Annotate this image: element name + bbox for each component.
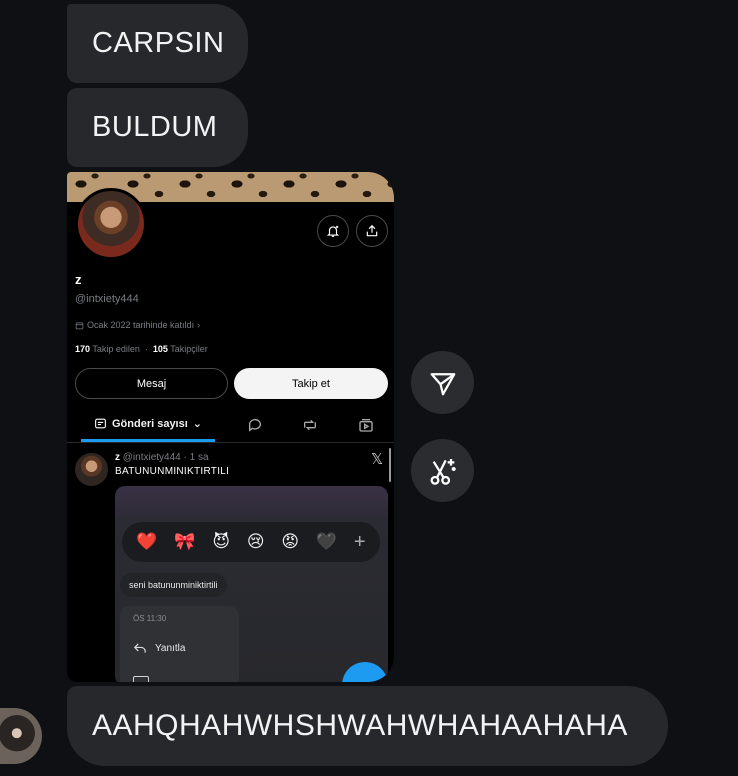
tab-replies — [242, 408, 268, 442]
tab-posts-label: Gönderi sayısı — [111, 417, 188, 430]
reaction-bar: ❤️ 🎀 😈 😢 😡 🖤 + — [122, 522, 380, 562]
reply-bubble-icon — [248, 419, 261, 432]
joined-date: Ocak 2022 tarihinde katıldı › — [75, 320, 200, 330]
tweet-avatar — [75, 453, 108, 486]
following-label: Takip edilen — [92, 344, 140, 354]
sender-avatar[interactable] — [0, 708, 42, 764]
bell-icon — [326, 225, 340, 237]
followers-label: Takipçiler — [170, 344, 208, 354]
notification-bell-button — [317, 215, 349, 247]
angry-reaction: 😡 — [281, 532, 300, 551]
black-heart-reaction: 🖤 — [315, 532, 338, 551]
reply-arrow-icon — [133, 643, 146, 653]
copy-icon — [133, 676, 149, 682]
message-button: Mesaj — [75, 368, 228, 399]
menu-reply-label: Yanıtla — [155, 642, 186, 654]
context-menu: ÖS 11:30 Yanıtla — [120, 606, 239, 682]
ribbon-reaction: 🎀 — [174, 532, 196, 551]
profile-tabs: Gönderi sayısı ⌄ — [67, 408, 394, 443]
share-icon — [366, 224, 378, 237]
follow-button: Takip et — [234, 368, 388, 399]
tweet-meta: @intxiety444 · 1 sa — [122, 452, 209, 463]
menu-time: ÖS 11:30 — [133, 614, 167, 623]
x-logo-icon: 𝕏 — [371, 451, 384, 468]
following-count: 170 — [75, 344, 91, 354]
scissors-sparkle-icon — [430, 458, 456, 485]
tweet-header: z @intxiety444 · 1 sa — [115, 452, 209, 463]
remix-button[interactable] — [411, 439, 474, 502]
shared-screenshot[interactable]: z @intxiety444 Ocak 2022 tarihinde katıl… — [67, 172, 394, 682]
quoted-message: seni batununminiktirtili — [120, 573, 227, 597]
tab-reposts — [297, 408, 323, 442]
tab-media — [353, 408, 379, 442]
devil-reaction: 😈 — [212, 532, 231, 551]
heart-reaction: ❤️ — [136, 532, 158, 551]
message-text: CARPSIN — [92, 27, 225, 59]
forward-button[interactable] — [411, 351, 474, 414]
paper-plane-icon — [430, 372, 455, 395]
joined-text: Ocak 2022 tarihinde katıldı — [87, 320, 195, 330]
chevron-right-icon: › — [197, 320, 201, 330]
message-bubble[interactable]: CARPSIN — [67, 4, 248, 83]
tweet-author: z — [115, 452, 120, 463]
message-bubble[interactable]: AAHQHAHWHSHWAHWHAHAAHAHA — [67, 686, 668, 766]
chevron-down-icon: ⌄ — [192, 418, 203, 430]
scrollbar — [389, 448, 391, 482]
tweet-text: BATUNUNMINIKTIRTILI — [115, 466, 230, 477]
calendar-icon — [75, 322, 84, 329]
crying-reaction: 😢 — [246, 532, 265, 551]
share-profile-button — [356, 215, 388, 247]
plus-icon: + — [353, 530, 366, 553]
menu-item-reply: Yanıtla — [133, 642, 185, 654]
repost-icon — [304, 419, 316, 431]
followers-count: 105 — [152, 344, 168, 354]
message-text: BULDUM — [92, 111, 218, 143]
profile-name: z — [75, 272, 82, 287]
message-bubble[interactable]: BULDUM — [67, 88, 248, 167]
posts-icon — [95, 418, 106, 429]
tab-posts: Gönderi sayısı ⌄ — [81, 408, 215, 442]
embedded-screenshot: ❤️ 🎀 😈 😢 😡 🖤 + seni batununminiktirtili … — [115, 486, 388, 682]
profile-avatar — [75, 188, 147, 260]
profile-handle: @intxiety444 — [75, 293, 139, 305]
follow-stats: 170 Takip edilen · 105 Takipçiler — [75, 344, 208, 354]
message-text: AAHQHAHWHSHWAHWHAHAAHAHA — [92, 709, 628, 742]
media-icon — [359, 419, 373, 432]
